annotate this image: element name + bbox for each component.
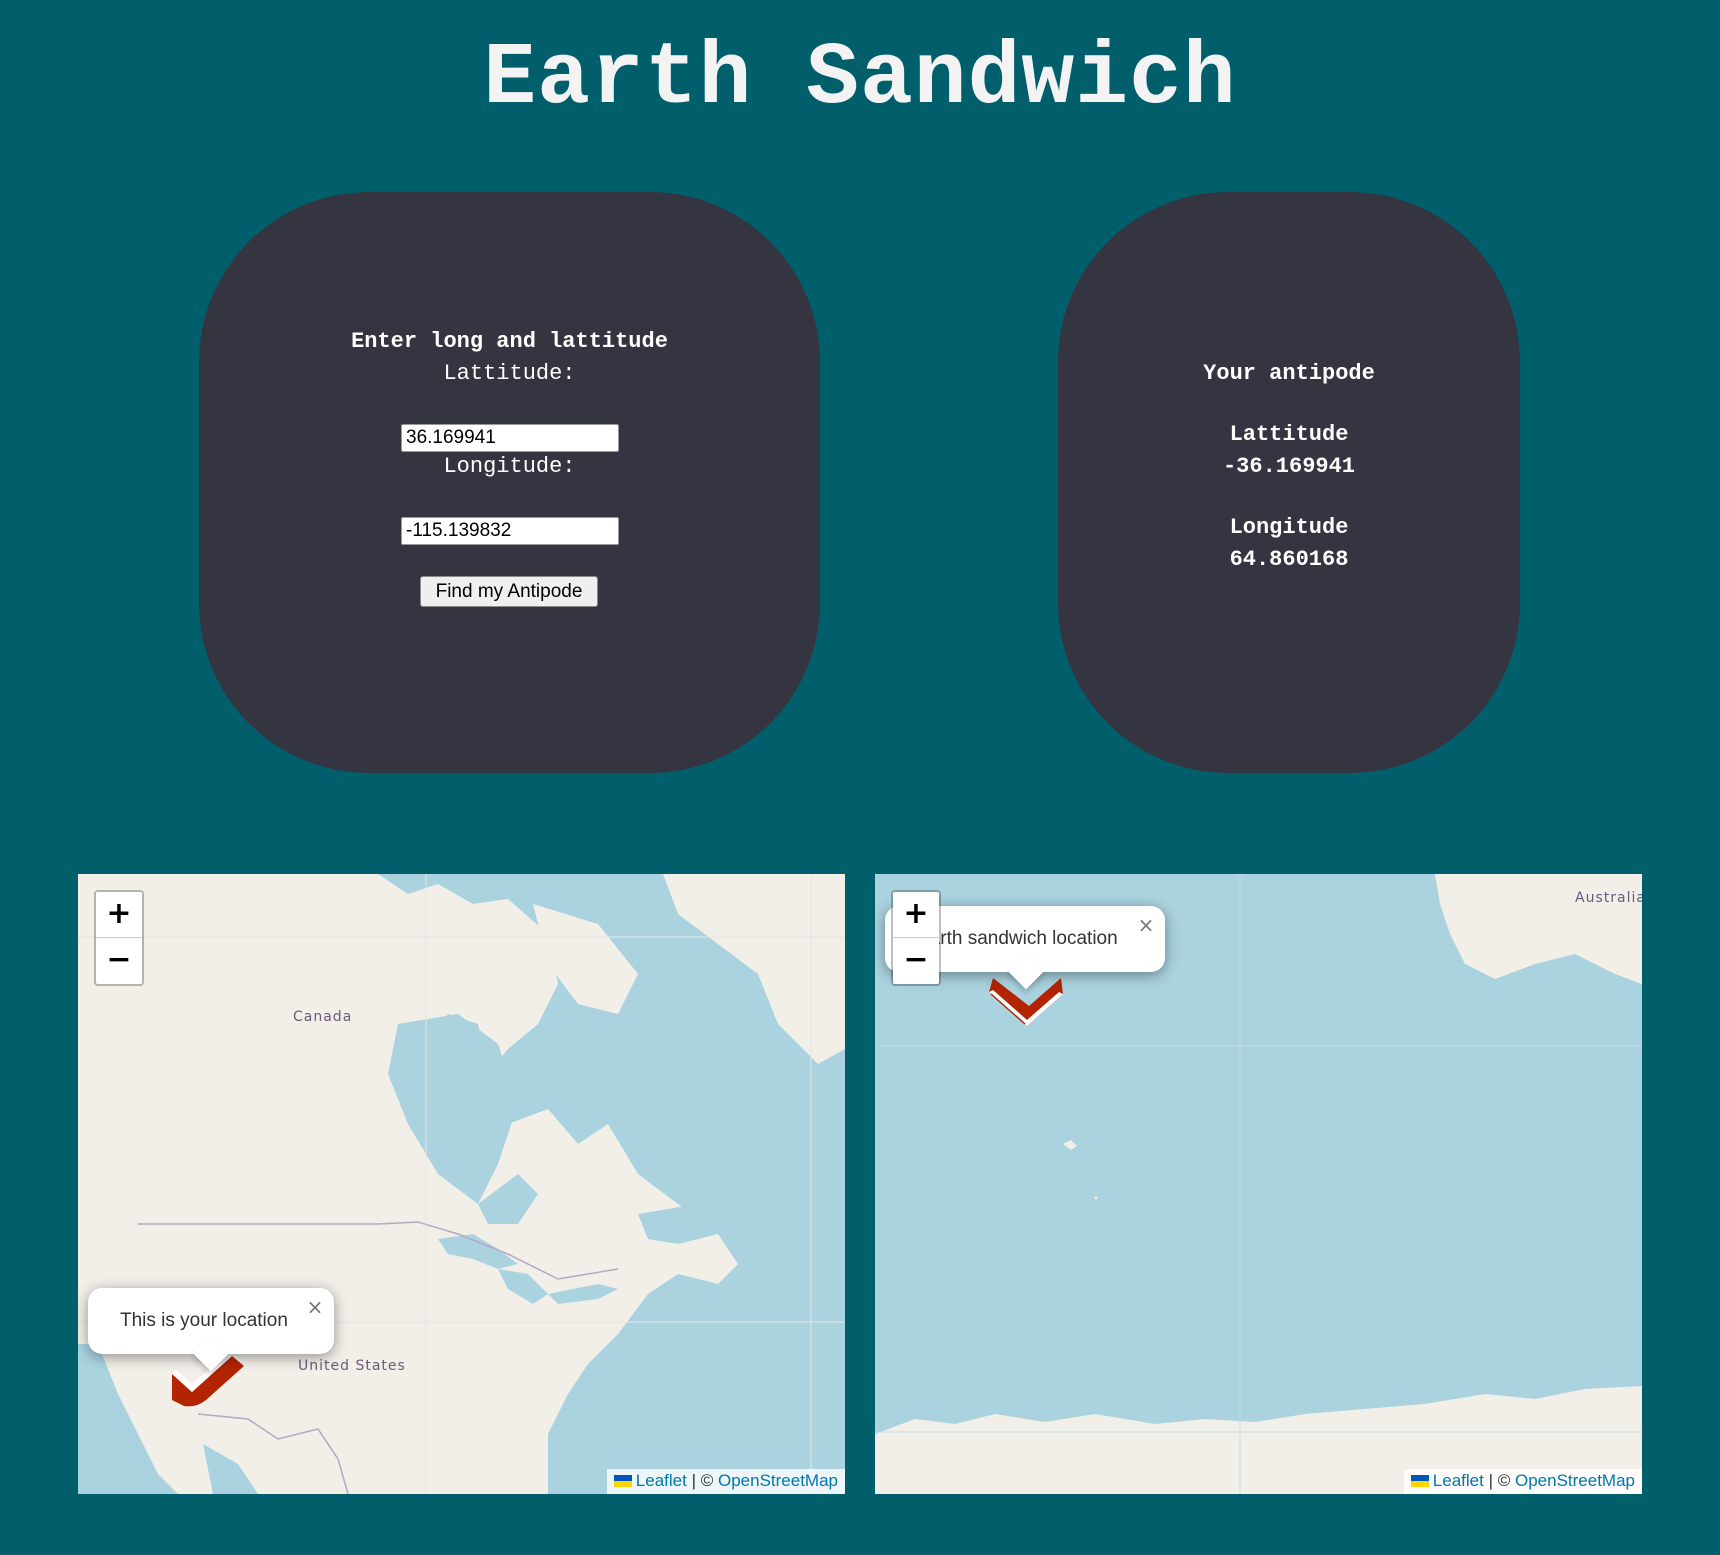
openstreetmap-link[interactable]: OpenStreetMap (718, 1471, 838, 1490)
leaflet-link[interactable]: Leaflet (1433, 1471, 1484, 1490)
antipode-map[interactable]: Australia Earth sandwich location × + − … (875, 874, 1642, 1494)
result-heading: Your antipode (1203, 361, 1375, 386)
input-card-heading: Enter long and lattitude (351, 329, 668, 354)
result-latitude-value: -36.169941 (1222, 454, 1356, 479)
user-map-attribution: Leaflet | © OpenStreetMap (606, 1469, 845, 1494)
zoom-out-button[interactable]: − (893, 938, 939, 984)
antipode-map-attribution: Leaflet | © OpenStreetMap (1403, 1469, 1642, 1494)
zoom-in-button[interactable]: + (96, 892, 142, 938)
zoom-in-button[interactable]: + (893, 892, 939, 938)
openstreetmap-link[interactable]: OpenStreetMap (1515, 1471, 1635, 1490)
map-label-united-states: United States (298, 1358, 406, 1374)
attribution-separator: | © (1488, 1471, 1511, 1490)
antipode-result-card: Your antipode Lattitude -36.169941 Longi… (1058, 192, 1520, 773)
user-location-map[interactable]: Canada United States This is your locati… (78, 874, 845, 1494)
page-title: Earth Sandwich (483, 30, 1237, 129)
zoom-out-button[interactable]: − (96, 938, 142, 984)
leaflet-link[interactable]: Leaflet (636, 1471, 687, 1490)
close-icon[interactable]: × (1137, 915, 1155, 935)
ukraine-flag-icon (1410, 1475, 1429, 1487)
find-antipode-button[interactable]: Find my Antipode (420, 576, 598, 607)
antipode-map-zoom-control: + − (891, 890, 941, 986)
ukraine-flag-icon (613, 1475, 632, 1487)
result-latitude-label: Lattitude (1229, 422, 1349, 447)
map-label-canada: Canada (293, 1009, 353, 1025)
longitude-label: Longitude: (443, 454, 576, 479)
result-longitude-label: Longitude (1229, 515, 1349, 540)
user-map-zoom-control: + − (94, 890, 144, 986)
attribution-separator: | © (691, 1471, 714, 1490)
close-icon[interactable]: × (306, 1297, 324, 1317)
coordinates-input-card: Enter long and lattitude Lattitude: Long… (199, 192, 820, 773)
longitude-input[interactable] (401, 517, 619, 545)
latitude-label: Lattitude: (443, 361, 576, 386)
result-longitude-value: 64.860168 (1229, 547, 1349, 572)
map-label-australia: Australia (1575, 890, 1642, 906)
latitude-input[interactable] (401, 424, 619, 452)
user-location-popup: This is your location × (88, 1288, 334, 1372)
